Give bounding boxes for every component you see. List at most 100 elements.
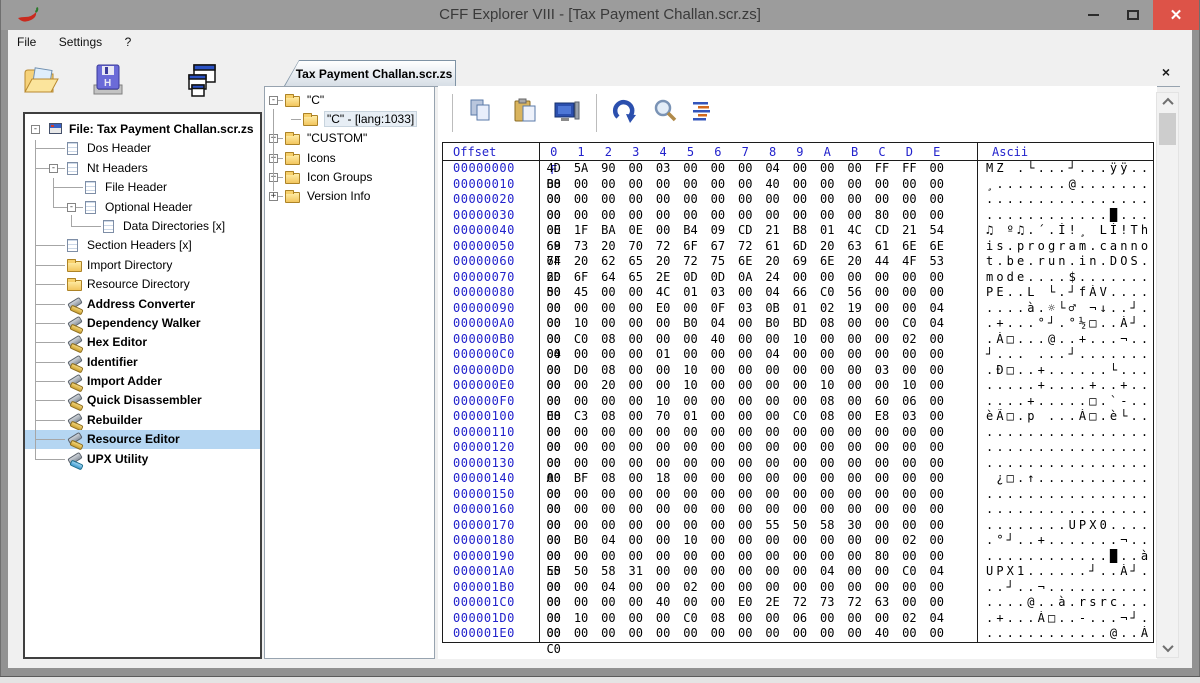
byte-cell[interactable]: 00 <box>814 270 841 286</box>
byte-cell[interactable]: 08 <box>595 363 622 379</box>
byte-cell[interactable]: 02 <box>814 301 841 317</box>
byte-cell[interactable]: 00 <box>786 394 813 410</box>
byte-cell[interactable]: 00 <box>622 347 649 363</box>
byte-cell[interactable]: 10 <box>677 378 704 394</box>
byte-cell[interactable]: 56 <box>841 285 868 301</box>
byte-cell[interactable]: 00 <box>923 177 950 193</box>
byte-cell[interactable]: 00 <box>732 456 759 472</box>
byte-cell[interactable]: 00 <box>868 471 895 487</box>
byte-cell[interactable]: 00 <box>622 502 649 518</box>
byte-cells[interactable]: 04000000010000000400000000000000 <box>539 347 977 363</box>
byte-cell[interactable]: 65 <box>622 254 649 270</box>
byte-cell[interactable]: 00 <box>896 549 923 565</box>
byte-cell[interactable]: 04 <box>923 611 950 627</box>
byte-cell[interactable]: 00 <box>732 363 759 379</box>
byte-cell[interactable]: 00 <box>841 564 868 580</box>
collapse-expander[interactable]: - <box>49 164 58 173</box>
byte-cell[interactable]: 00 <box>732 440 759 456</box>
byte-cell[interactable]: 00 <box>786 363 813 379</box>
byte-cell[interactable]: 00 <box>649 425 676 441</box>
byte-cell[interactable]: 04 <box>759 285 786 301</box>
byte-cell[interactable]: 00 <box>759 378 786 394</box>
byte-cell[interactable]: 00 <box>677 332 704 348</box>
ascii-cell[interactable]: MZ .└...┘...ÿÿ.. <box>977 161 1153 177</box>
byte-cell[interactable]: 67 <box>704 239 731 255</box>
byte-cell[interactable]: 00 <box>786 456 813 472</box>
byte-cell[interactable]: 00 <box>649 208 676 224</box>
byte-cell[interactable]: 00 <box>896 285 923 301</box>
byte-cell[interactable]: 00 <box>704 487 731 503</box>
copy-button[interactable] <box>466 96 496 126</box>
byte-cell[interactable]: 00 <box>896 440 923 456</box>
byte-cell[interactable]: 0D <box>704 270 731 286</box>
byte-cell[interactable]: 00 <box>732 533 759 549</box>
byte-cell[interactable]: 00 <box>540 440 567 456</box>
byte-cells[interactable]: 00000000000000000000000000000000 <box>539 440 977 456</box>
byte-cells[interactable]: 00000400000200000000000000000000 <box>539 580 977 596</box>
byte-cell[interactable]: 00 <box>868 611 895 627</box>
resource-item-custom[interactable]: +"CUSTOM" <box>265 129 434 148</box>
ascii-cell[interactable]: ............@..À <box>977 626 1153 642</box>
byte-cell[interactable]: 00 <box>759 425 786 441</box>
byte-cell[interactable]: FF <box>868 161 895 177</box>
byte-cell[interactable]: 06 <box>786 611 813 627</box>
byte-cell[interactable]: FF <box>896 161 923 177</box>
byte-cell[interactable]: 00 <box>868 533 895 549</box>
byte-cell[interactable]: 00 <box>923 192 950 208</box>
byte-cell[interactable]: 00 <box>923 363 950 379</box>
byte-cell[interactable]: C0 <box>896 564 923 580</box>
byte-cell[interactable]: 1F <box>567 223 594 239</box>
byte-cell[interactable]: 5A <box>567 161 594 177</box>
byte-cells[interactable]: 00002000001000000000100000100000 <box>539 378 977 394</box>
byte-cell[interactable]: 00 <box>786 564 813 580</box>
byte-cell[interactable]: 04 <box>759 347 786 363</box>
byte-cell[interactable]: 74 <box>540 254 567 270</box>
byte-cells[interactable]: 00000000000000000000000000000000 <box>539 192 977 208</box>
byte-cell[interactable]: 04 <box>814 564 841 580</box>
byte-cell[interactable]: 04 <box>595 533 622 549</box>
byte-cell[interactable]: 00 <box>896 580 923 596</box>
byte-cell[interactable]: 0F <box>704 301 731 317</box>
ascii-cell[interactable]: ¸.......@....... <box>977 177 1153 193</box>
byte-cell[interactable]: 00 <box>540 456 567 472</box>
byte-cell[interactable]: 00 <box>649 378 676 394</box>
byte-cell[interactable]: 00 <box>896 301 923 317</box>
cascade-windows-button[interactable] <box>180 62 220 100</box>
byte-cell[interactable]: 08 <box>814 394 841 410</box>
byte-cell[interactable]: 00 <box>786 347 813 363</box>
byte-cell[interactable]: 00 <box>841 425 868 441</box>
byte-cell[interactable]: 00 <box>841 192 868 208</box>
byte-cell[interactable]: 00 <box>841 611 868 627</box>
byte-cell[interactable]: 62 <box>595 254 622 270</box>
byte-cell[interactable]: 00 <box>540 332 567 348</box>
byte-cell[interactable]: 69 <box>540 239 567 255</box>
byte-cell[interactable]: D0 <box>567 363 594 379</box>
byte-cell[interactable]: 00 <box>732 378 759 394</box>
byte-cell[interactable]: 00 <box>814 347 841 363</box>
byte-cell[interactable]: 00 <box>622 440 649 456</box>
byte-cell[interactable]: 00 <box>732 611 759 627</box>
byte-cell[interactable]: 00 <box>595 177 622 193</box>
byte-cell[interactable]: 00 <box>622 425 649 441</box>
byte-cell[interactable]: 00 <box>759 208 786 224</box>
scroll-up-button[interactable] <box>1157 93 1178 111</box>
byte-cell[interactable]: 00 <box>786 177 813 193</box>
ascii-cell[interactable]: ............█..à <box>977 549 1153 565</box>
byte-cell[interactable]: 00 <box>841 471 868 487</box>
resource-item-c-lang-1033[interactable]: "C" - [lang:1033] <box>265 110 434 129</box>
byte-cell[interactable]: 00 <box>786 270 813 286</box>
byte-cell[interactable]: 20 <box>595 378 622 394</box>
byte-cell[interactable]: 00 <box>732 332 759 348</box>
byte-cell[interactable]: 00 <box>540 549 567 565</box>
byte-cell[interactable]: 0E <box>540 223 567 239</box>
byte-cell[interactable]: 00 <box>786 626 813 642</box>
byte-cell[interactable]: 00 <box>540 425 567 441</box>
byte-cell[interactable]: 00 <box>841 456 868 472</box>
byte-cell[interactable]: 0A <box>732 270 759 286</box>
byte-cell[interactable]: 00 <box>704 177 731 193</box>
byte-cell[interactable]: 6F <box>567 270 594 286</box>
byte-cell[interactable]: 00 <box>649 502 676 518</box>
byte-cell[interactable]: 00 <box>649 533 676 549</box>
byte-cells[interactable]: 00B00400001000000000000000020000 <box>539 533 977 549</box>
byte-cell[interactable]: C0 <box>786 409 813 425</box>
